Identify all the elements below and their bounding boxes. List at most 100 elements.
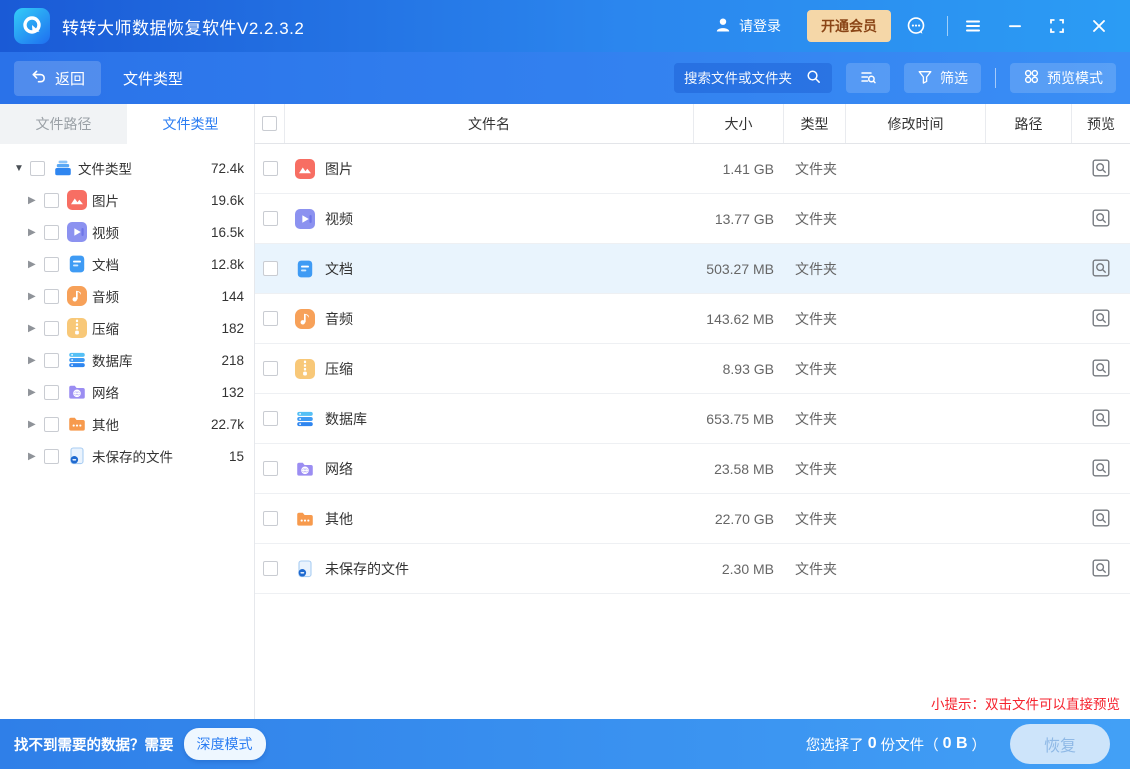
preview-mode-button[interactable]: 预览模式	[1010, 63, 1116, 93]
customer-service-icon[interactable]	[899, 11, 933, 41]
expand-arrow-icon[interactable]: ▶	[28, 355, 44, 366]
table-row-zip[interactable]: 压缩 8.93 GB 文件夹	[255, 344, 1130, 394]
titlebar: 转转大师数据恢复软件V2.2.3.2 请登录 开通会员	[0, 0, 1130, 52]
header-size[interactable]: 大小	[694, 104, 784, 143]
table-row-database[interactable]: 数据库 653.75 MB 文件夹	[255, 394, 1130, 444]
row-checkbox[interactable]	[263, 211, 278, 226]
tree-item-checkbox[interactable]	[44, 417, 59, 432]
preview-icon[interactable]	[1090, 358, 1112, 380]
filter-button[interactable]: 筛选	[904, 63, 981, 93]
row-name: 其他	[325, 509, 353, 529]
tree-item-audio[interactable]: ▶ 音频 144	[0, 280, 254, 312]
preview-icon[interactable]	[1090, 308, 1112, 330]
row-checkbox[interactable]	[263, 511, 278, 526]
preview-icon[interactable]	[1090, 408, 1112, 430]
maximize-icon[interactable]	[1040, 11, 1074, 41]
tree-item-video[interactable]: ▶ 视频 16.5k	[0, 216, 254, 248]
content: 文件路径 文件类型 ▼ 文件类型 72.4k ▶ 图片 19.6k ▶ 视频 1…	[0, 104, 1130, 719]
preview-icon[interactable]	[1090, 158, 1112, 180]
file-type-icon	[295, 259, 315, 279]
menu-icon[interactable]	[956, 11, 990, 41]
expand-arrow-icon[interactable]: ▶	[28, 323, 44, 334]
row-checkbox[interactable]	[263, 161, 278, 176]
expand-arrow-icon[interactable]: ▶	[28, 227, 44, 238]
tab-file-path[interactable]: 文件路径	[0, 104, 127, 144]
file-type-icon	[67, 286, 87, 306]
search-input[interactable]	[684, 71, 805, 86]
row-type: 文件夹	[784, 359, 846, 379]
tree-item-other[interactable]: ▶ 其他 22.7k	[0, 408, 254, 440]
preview-icon[interactable]	[1090, 508, 1112, 530]
tree-item-zip[interactable]: ▶ 压缩 182	[0, 312, 254, 344]
file-type-icon	[295, 309, 315, 329]
row-name: 音频	[325, 309, 353, 329]
row-checkbox[interactable]	[263, 311, 278, 326]
tree-item-checkbox[interactable]	[44, 257, 59, 272]
expand-arrow-icon[interactable]: ▶	[28, 387, 44, 398]
filter-label: 筛选	[940, 68, 968, 88]
tree-item-checkbox[interactable]	[44, 449, 59, 464]
tree-item-doc[interactable]: ▶ 文档 12.8k	[0, 248, 254, 280]
header-type[interactable]: 类型	[784, 104, 846, 143]
row-preview-cell	[1072, 158, 1130, 180]
tree-item-image[interactable]: ▶ 图片 19.6k	[0, 184, 254, 216]
list-search-button[interactable]	[846, 63, 890, 93]
tree-item-checkbox[interactable]	[44, 321, 59, 336]
search-icon[interactable]	[805, 68, 822, 88]
tree-item-checkbox[interactable]	[44, 353, 59, 368]
preview-icon[interactable]	[1090, 258, 1112, 280]
tree-item-label: 数据库	[92, 350, 133, 370]
search-box[interactable]	[674, 63, 832, 93]
tree-item-network[interactable]: ▶ 网络 132	[0, 376, 254, 408]
table-row-audio[interactable]: 音频 143.62 MB 文件夹	[255, 294, 1130, 344]
open-membership-button[interactable]: 开通会员	[807, 10, 891, 42]
row-size: 22.70 GB	[694, 511, 784, 527]
select-all-checkbox[interactable]	[262, 116, 277, 131]
table-row-unsaved[interactable]: 未保存的文件 2.30 MB 文件夹	[255, 544, 1130, 594]
tree-item-all-files[interactable]: ▼ 文件类型 72.4k	[0, 152, 254, 184]
table-row-other[interactable]: 其他 22.70 GB 文件夹	[255, 494, 1130, 544]
table-row-video[interactable]: 视频 13.77 GB 文件夹	[255, 194, 1130, 244]
expand-arrow-icon[interactable]: ▶	[28, 291, 44, 302]
minimize-icon[interactable]	[998, 11, 1032, 41]
tab-file-type[interactable]: 文件类型	[127, 104, 254, 144]
tree-item-checkbox[interactable]	[30, 161, 45, 176]
preview-icon[interactable]	[1090, 558, 1112, 580]
recover-button[interactable]: 恢复	[1010, 724, 1110, 764]
header-preview: 预览	[1072, 104, 1130, 143]
header-time[interactable]: 修改时间	[846, 104, 986, 143]
row-checkbox[interactable]	[263, 461, 278, 476]
tree-item-checkbox[interactable]	[44, 289, 59, 304]
close-icon[interactable]	[1082, 11, 1116, 41]
row-size: 653.75 MB	[694, 411, 784, 427]
tree-item-count: 12.8k	[211, 257, 244, 272]
expand-arrow-icon[interactable]: ▶	[28, 419, 44, 430]
expand-arrow-icon[interactable]: ▶	[28, 451, 44, 462]
row-checkbox[interactable]	[263, 361, 278, 376]
tree-item-database[interactable]: ▶ 数据库 218	[0, 344, 254, 376]
login-button[interactable]: 请登录	[714, 16, 781, 37]
tree-item-unsaved[interactable]: ▶ 未保存的文件 15	[0, 440, 254, 472]
tree-item-checkbox[interactable]	[44, 385, 59, 400]
preview-icon[interactable]	[1090, 458, 1112, 480]
expand-arrow-icon[interactable]: ▶	[28, 259, 44, 270]
row-type: 文件夹	[784, 509, 846, 529]
table-row-network[interactable]: 网络 23.58 MB 文件夹	[255, 444, 1130, 494]
file-type-icon	[67, 254, 87, 274]
row-checkbox[interactable]	[263, 411, 278, 426]
expand-arrow-icon[interactable]: ▼	[14, 163, 30, 174]
header-name[interactable]: 文件名	[285, 104, 694, 143]
deep-mode-button[interactable]: 深度模式	[184, 728, 266, 760]
row-checkbox[interactable]	[263, 261, 278, 276]
row-name-cell: 图片	[285, 159, 694, 179]
select-all-cell	[255, 104, 285, 143]
back-button[interactable]: 返回	[14, 61, 101, 96]
preview-icon[interactable]	[1090, 208, 1112, 230]
table-row-image[interactable]: 图片 1.41 GB 文件夹	[255, 144, 1130, 194]
header-path[interactable]: 路径	[986, 104, 1072, 143]
table-row-doc[interactable]: 文档 503.27 MB 文件夹	[255, 244, 1130, 294]
expand-arrow-icon[interactable]: ▶	[28, 195, 44, 206]
tree-item-checkbox[interactable]	[44, 193, 59, 208]
row-checkbox[interactable]	[263, 561, 278, 576]
tree-item-checkbox[interactable]	[44, 225, 59, 240]
